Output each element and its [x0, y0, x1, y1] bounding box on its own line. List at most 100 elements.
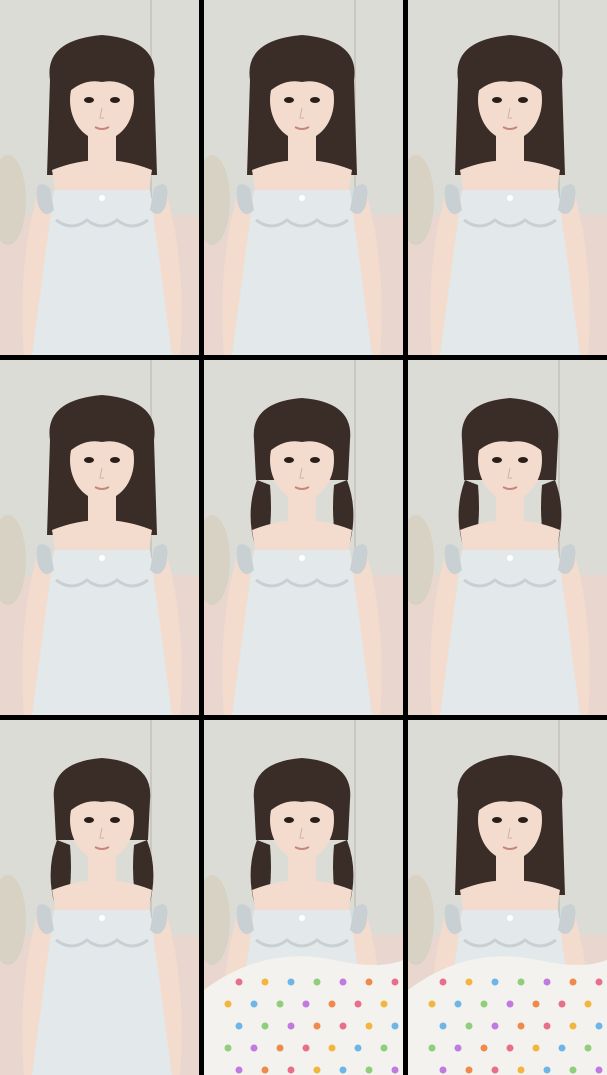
dress-bow [299, 195, 305, 201]
portrait-illustration [408, 0, 607, 355]
blanket-heart-dot [261, 978, 269, 986]
blanket-heart-dot [543, 1022, 551, 1030]
blanket-heart-dot [287, 1022, 295, 1030]
dress [32, 190, 172, 355]
blanket-heart-dot [235, 978, 243, 986]
eye-right [310, 817, 320, 823]
blanket-heart-dot [287, 978, 295, 986]
blanket-heart-dot [491, 1022, 499, 1030]
dress-bow [507, 555, 513, 561]
portrait-illustration [0, 0, 199, 355]
blanket-heart-dot [302, 1000, 310, 1008]
photo-tile-3 [408, 0, 607, 355]
blanket-heart-dot [328, 1000, 336, 1008]
blanket-heart-dot [250, 1000, 258, 1008]
blanket-heart-dot [235, 1022, 243, 1030]
blanket-heart-dot [517, 1066, 525, 1074]
dress [440, 550, 580, 715]
blanket-heart-dot [391, 978, 399, 986]
blanket-heart-dot [454, 1044, 462, 1052]
blanket-heart-dot [517, 1022, 525, 1030]
portrait-illustration [0, 360, 199, 715]
blanket [408, 956, 607, 1075]
blanket-heart-dot [380, 1044, 388, 1052]
blanket-heart-dot [224, 1044, 232, 1052]
blanket-heart-dot [532, 1000, 540, 1008]
photo-tile-1 [0, 0, 199, 355]
dress [440, 190, 580, 355]
blanket-heart-dot [235, 1066, 243, 1074]
dress-bow [299, 915, 305, 921]
blanket-heart-dot [569, 978, 577, 986]
eye-right [518, 817, 528, 823]
blanket-heart-dot [569, 1066, 577, 1074]
blanket-heart-dot [276, 1000, 284, 1008]
blanket-heart-dot [391, 1022, 399, 1030]
blanket-heart-dot [543, 1066, 551, 1074]
blanket-heart-dot [261, 1022, 269, 1030]
eye-left [284, 817, 294, 823]
blanket-heart-dot [313, 1022, 321, 1030]
blanket-heart-dot [276, 1044, 284, 1052]
photo-tile-2 [204, 0, 403, 355]
blanket-heart-dot [454, 1000, 462, 1008]
photo-tile-9 [408, 720, 607, 1075]
blanket-heart-dot [439, 978, 447, 986]
blanket-heart-dot [428, 1000, 436, 1008]
photo-collage-grid [0, 0, 607, 1075]
blanket-heart-dot [287, 1066, 295, 1074]
portrait-illustration [408, 720, 607, 1075]
blanket-heart-dot [465, 978, 473, 986]
portrait-illustration [204, 720, 403, 1075]
blanket-heart-dot [595, 1022, 603, 1030]
portrait-illustration [204, 360, 403, 715]
eye-left [492, 457, 502, 463]
blanket-heart-dot [517, 978, 525, 986]
eye-right [518, 97, 528, 103]
blanket-heart-dot [480, 1044, 488, 1052]
blanket [204, 956, 403, 1075]
eye-right [310, 457, 320, 463]
blanket-heart-dot [365, 1022, 373, 1030]
blanket-heart-dot [339, 1066, 347, 1074]
dress [232, 190, 372, 355]
blanket-heart-dot [328, 1044, 336, 1052]
blanket-heart-dot [595, 978, 603, 986]
eye-left [284, 97, 294, 103]
eye-left [84, 817, 94, 823]
blanket-heart-dot [302, 1044, 310, 1052]
blanket-heart-dot [532, 1044, 540, 1052]
eye-right [110, 97, 120, 103]
blanket-heart-dot [465, 1066, 473, 1074]
dress-bow [99, 195, 105, 201]
eye-left [84, 457, 94, 463]
eye-left [84, 97, 94, 103]
blanket-heart-dot [595, 1066, 603, 1074]
eye-left [492, 817, 502, 823]
portrait-illustration [408, 360, 607, 715]
portrait-illustration [204, 0, 403, 355]
dress-bow [507, 195, 513, 201]
blanket-heart-dot [543, 978, 551, 986]
dress-bow [507, 915, 513, 921]
dress-bow [99, 555, 105, 561]
blanket-heart-dot [465, 1022, 473, 1030]
blanket-heart-dot [391, 1066, 399, 1074]
blanket-heart-dot [339, 978, 347, 986]
blanket-heart-dot [480, 1000, 488, 1008]
blanket-heart-dot [250, 1044, 258, 1052]
blanket-heart-dot [506, 1000, 514, 1008]
blanket-heart-dot [491, 1066, 499, 1074]
blanket-heart-dot [439, 1022, 447, 1030]
blanket-heart-dot [354, 1044, 362, 1052]
blanket-heart-dot [558, 1044, 566, 1052]
blanket-heart-dot [354, 1000, 362, 1008]
dress-bow [99, 915, 105, 921]
blanket-heart-dot [428, 1044, 436, 1052]
blanket-heart-dot [439, 1066, 447, 1074]
photo-tile-8 [204, 720, 403, 1075]
blanket-heart-dot [313, 978, 321, 986]
blanket-heart-dot [313, 1066, 321, 1074]
eye-right [518, 457, 528, 463]
photo-tile-4 [0, 360, 199, 715]
